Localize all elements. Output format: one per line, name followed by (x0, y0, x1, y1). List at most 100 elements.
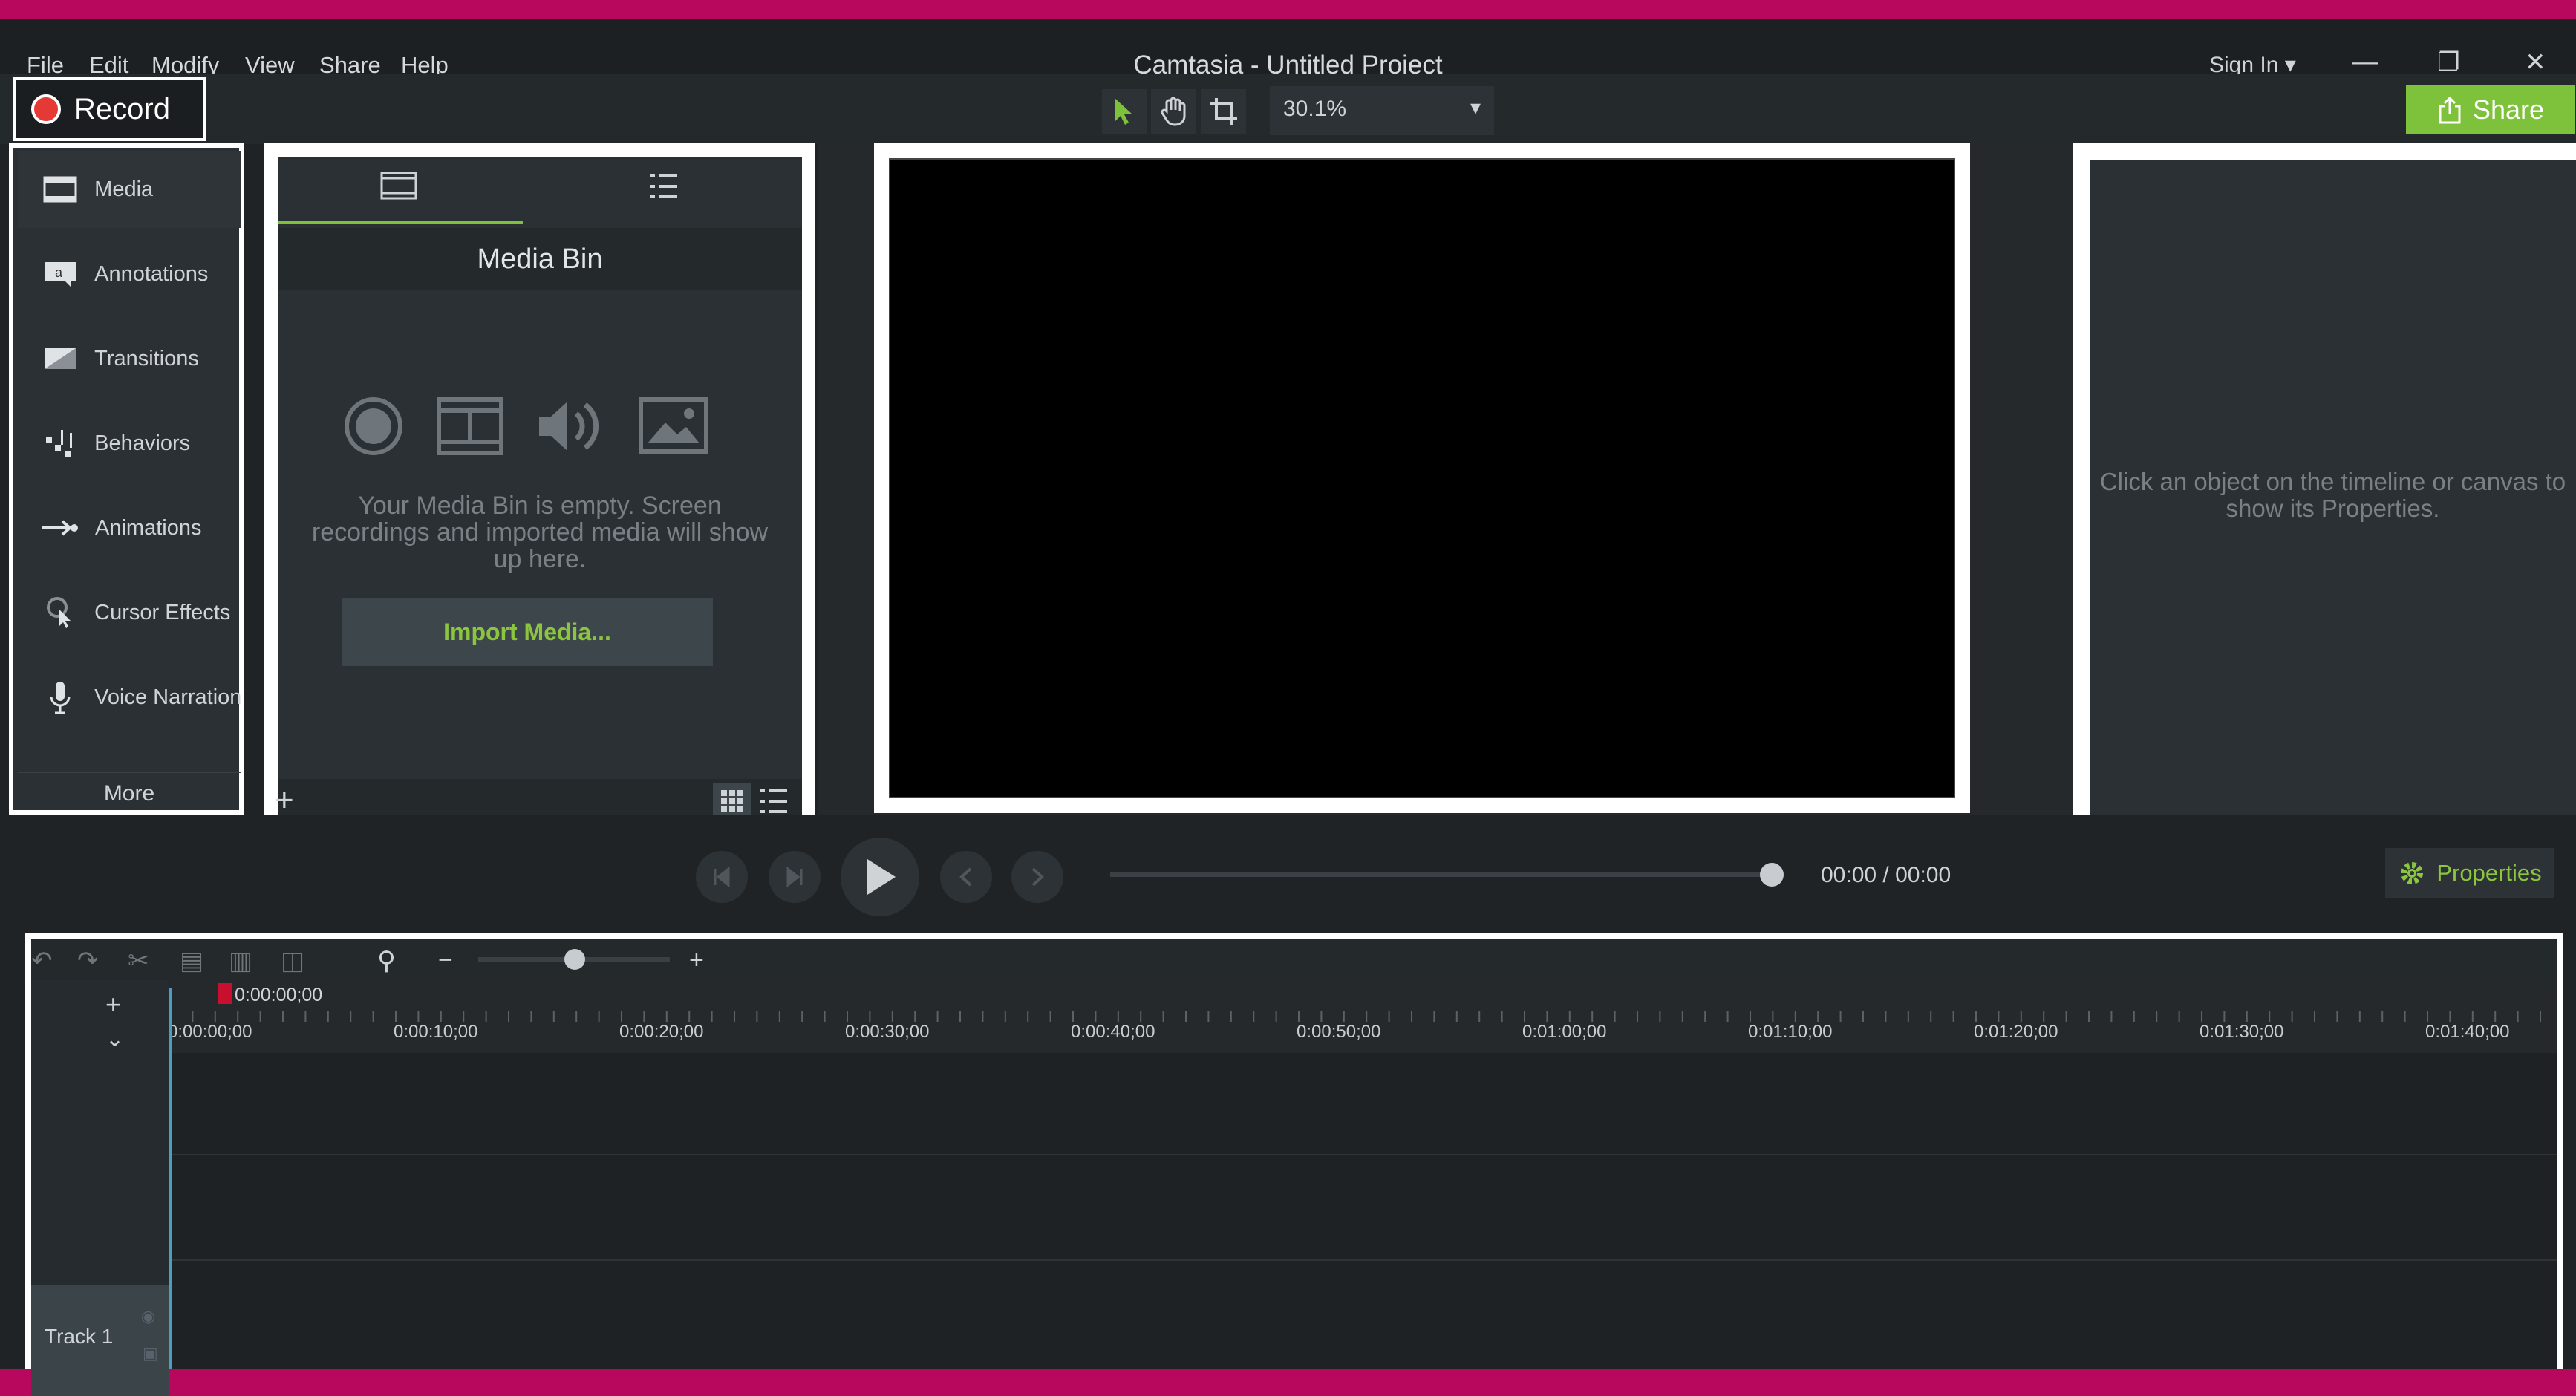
minimize-button[interactable]: — (2352, 48, 2378, 76)
crop-tool-icon[interactable] (1201, 89, 1246, 134)
tool-label: Annotations (94, 261, 209, 286)
tick-label: 0:00:00;00 (168, 1022, 252, 1042)
media-type-icons (278, 388, 802, 463)
transition-icon (40, 339, 79, 379)
video-media-icon (437, 397, 503, 459)
record-button[interactable]: Record (13, 77, 206, 141)
tool-animations[interactable]: Animations (18, 489, 241, 567)
tool-label: Media (94, 177, 154, 201)
tools-panel: Media a Annotations Transitions Behavior… (9, 143, 244, 815)
restore-button[interactable]: ❐ (2437, 48, 2459, 77)
tool-label: Cursor Effects (94, 600, 231, 624)
add-track-icon[interactable]: + (105, 989, 121, 1020)
film-icon (40, 169, 79, 209)
cursor-effect-icon (40, 593, 79, 633)
split-icon[interactable]: ◫ (281, 946, 304, 976)
import-media-button[interactable]: Import Media... (342, 598, 713, 666)
play-icon[interactable] (841, 838, 919, 916)
next-marker-icon[interactable] (1011, 851, 1063, 903)
step-forward-icon[interactable] (769, 851, 821, 903)
tool-annotations[interactable]: a Annotations (18, 235, 241, 313)
canvas[interactable] (874, 143, 1970, 813)
previous-marker-icon[interactable] (940, 851, 992, 903)
timeline-toolbar: ↶ ↷ ✂ ▤ ▥ ◫ ⚲ − + (31, 939, 2557, 980)
canvas-frame (889, 158, 1955, 798)
record-icon (31, 94, 61, 124)
pan-tool-icon[interactable] (1151, 89, 1196, 134)
tick-label: 0:01:10;00 (1748, 1022, 1833, 1042)
timeline-zoom-handle[interactable] (564, 949, 585, 970)
timeline-panel: ↶ ↷ ✂ ▤ ▥ ◫ ⚲ − + + ⌄ Track 1 ◉ ▣ 0:00:0… (25, 933, 2563, 1396)
more-button[interactable]: More (18, 772, 241, 815)
tool-behaviors[interactable]: Behaviors (18, 405, 241, 482)
playhead-line (169, 988, 172, 1369)
search-icon[interactable]: ⚲ (377, 946, 396, 976)
zoom-value: 30.1% (1283, 97, 1347, 121)
properties-label: Properties (2436, 860, 2542, 886)
list-tab-icon[interactable] (649, 172, 679, 205)
chevron-down-icon: ▾ (1470, 96, 1481, 119)
add-media-button[interactable]: + (275, 782, 294, 819)
zoom-out-icon[interactable]: − (438, 946, 453, 975)
tick-label: 0:00:30;00 (845, 1022, 930, 1042)
tick-label: 0:00:20;00 (619, 1022, 704, 1042)
share-button[interactable]: Share (2406, 85, 2575, 134)
playback-bar (0, 815, 2576, 911)
zoom-in-icon[interactable]: + (689, 946, 704, 975)
active-tab-indicator (278, 221, 523, 224)
timeline-ruler[interactable]: 0:00:00;00 0:00:00;00 0:00:10;00 0:00:20… (168, 980, 2557, 1053)
paste-icon[interactable]: ▥ (229, 946, 252, 976)
cut-icon[interactable]: ✂ (128, 946, 149, 976)
media-bin-tabs (278, 157, 802, 228)
media-bin-empty-message: Your Media Bin is empty. Screen recordin… (311, 492, 769, 573)
audio-media-icon (535, 396, 606, 460)
tick-label: 0:01:40;00 (2425, 1022, 2510, 1042)
tick-label: 0:01:00;00 (1522, 1022, 1607, 1042)
annotation-icon: a (40, 254, 79, 294)
lock-icon[interactable]: ▣ (143, 1344, 158, 1363)
track-1-header[interactable]: Track 1 ◉ ▣ (31, 1285, 169, 1396)
track-1-label: Track 1 (45, 1325, 114, 1348)
record-label: Record (74, 92, 170, 125)
track-header-column: + ⌄ Track 1 ◉ ▣ (31, 980, 169, 1396)
properties-button[interactable]: Properties (2385, 848, 2554, 898)
tool-transitions[interactable]: Transitions (18, 320, 241, 397)
tool-label: Behaviors (94, 431, 191, 455)
select-tool-icon[interactable] (1102, 89, 1147, 134)
tool-label: Transitions (94, 346, 199, 371)
tick-label: 0:00:40;00 (1071, 1022, 1155, 1042)
tick-label: 0:00:50;00 (1297, 1022, 1381, 1042)
step-back-icon[interactable] (696, 851, 748, 903)
media-bin-header: Media Bin (278, 228, 802, 290)
tick-label: 0:01:20;00 (1974, 1022, 2058, 1042)
animation-arrow-icon (40, 508, 80, 548)
copy-icon[interactable]: ▤ (180, 946, 203, 976)
gear-icon (2401, 862, 2424, 884)
tool-label: Animations (95, 515, 202, 540)
scrubber-track[interactable] (1110, 872, 1771, 877)
chevron-down-icon[interactable]: ⌄ (105, 1026, 124, 1052)
record-media-icon (343, 396, 404, 460)
tool-media[interactable]: Media (18, 151, 241, 228)
tool-voice-narration[interactable]: Voice Narration (18, 659, 241, 736)
eye-icon[interactable]: ◉ (141, 1307, 155, 1326)
undo-icon[interactable]: ↶ (31, 946, 53, 976)
track-divider (169, 1154, 2557, 1155)
time-display: 00:00 / 00:00 (1821, 863, 1951, 887)
share-icon (2439, 96, 2461, 124)
film-tab-icon[interactable] (380, 172, 417, 203)
tick-label: 0:00:10;00 (394, 1022, 478, 1042)
tool-cursor-effects[interactable]: Cursor Effects (18, 574, 241, 651)
microphone-icon (40, 677, 79, 717)
grid-view-icon[interactable] (713, 783, 751, 819)
playhead-marker[interactable] (218, 983, 232, 1004)
close-button[interactable]: ✕ (2525, 48, 2546, 77)
ruler-ticks (169, 1007, 2557, 1022)
behaviors-icon (40, 423, 79, 463)
zoom-dropdown[interactable]: 30.1% ▾ (1270, 86, 1494, 135)
redo-icon[interactable]: ↷ (77, 946, 99, 976)
scrubber-handle[interactable] (1760, 863, 1784, 887)
menu-bar: File Edit Modify View Share Help Camtasi… (0, 19, 2576, 79)
track-divider (169, 1259, 2557, 1261)
share-label: Share (2472, 94, 2545, 125)
